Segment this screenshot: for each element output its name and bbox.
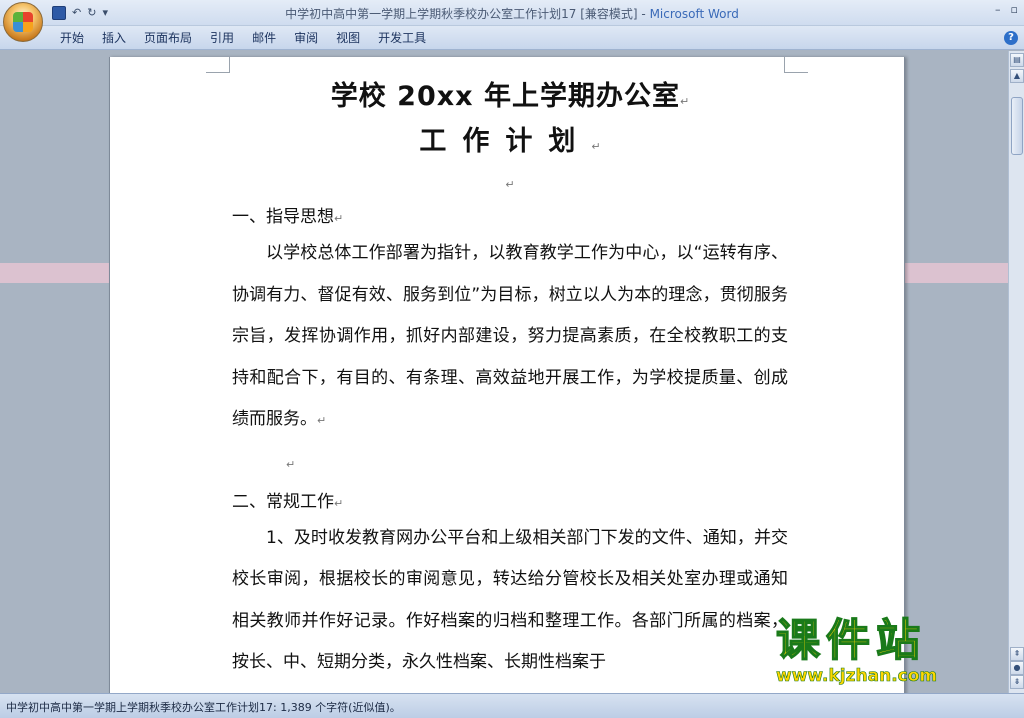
tab-page-layout[interactable]: 页面布局	[140, 30, 206, 46]
tab-view[interactable]: 视图	[332, 30, 374, 46]
status-bar: 中学初中高中第一学期上学期秋季校办公室工作计划17: 1,389 个字符(近似值…	[0, 693, 1024, 718]
doc-title-line2: 工作计划↵	[419, 126, 601, 157]
office-button[interactable]	[3, 2, 43, 42]
scroll-thumb[interactable]	[1011, 97, 1023, 155]
document-page[interactable]: 学校 20xx 年上学期办公室↵ 工作计划↵ ↵ 一、指导思想↵ 以学校总体工作…	[109, 57, 905, 693]
ribbon-tab-bar: 开始 插入 页面布局 引用 邮件 审阅 视图 开发工具 ?	[0, 26, 1024, 50]
previous-page-icon[interactable]: ⇞	[1010, 647, 1024, 661]
window-controls: – ▫	[995, 3, 1018, 16]
scroll-up-button[interactable]: ▲	[1010, 69, 1024, 83]
doc-title-line1: 学校 20xx 年上学期办公室↵	[330, 81, 690, 112]
paragraph-mark: ↵	[591, 140, 601, 153]
help-icon[interactable]: ?	[1004, 31, 1018, 45]
watermark-logo-text: 课件站	[775, 615, 926, 667]
document-body[interactable]: 学校 20xx 年上学期办公室↵ 工作计划↵ ↵ 一、指导思想↵ 以学校总体工作…	[232, 77, 788, 684]
section-heading-routine-work: 二、常规工作↵	[232, 491, 344, 512]
ribbon-tabs: 开始 插入 页面布局 引用 邮件 审阅 视图 开发工具	[56, 30, 440, 46]
empty-paragraph: ↵	[505, 178, 515, 191]
tab-home[interactable]: 开始	[56, 30, 98, 46]
paragraph-mark: ↵	[680, 95, 690, 108]
section1-paragraph: 以学校总体工作部署为指针，以教育教学工作为中心，以“运转有序、协调有力、督促有效…	[232, 243, 788, 429]
section-heading-guiding-thought: 一、指导思想↵	[232, 207, 344, 227]
crop-mark-top-right	[784, 57, 808, 73]
section2-item1-paragraph: 1、及时收发教育网办公平台和上级相关部门下发的文件、通知，并交校长审阅，根据校长…	[232, 527, 788, 673]
title-bar: ↶ ↻ ▾ 中学初中高中第一学期上学期秋季校办公室工作计划17 [兼容模式] -…	[0, 0, 1024, 42]
restore-button[interactable]: ▫	[1011, 3, 1018, 16]
document-name: 中学初中高中第一学期上学期秋季校办公室工作计划17 [兼容模式] -	[285, 7, 650, 21]
select-browse-object-icon[interactable]: ●	[1010, 661, 1024, 675]
empty-paragraph: ↵	[286, 457, 296, 471]
ruler-toggle-icon[interactable]: ▤	[1010, 53, 1024, 67]
tab-review[interactable]: 审阅	[290, 30, 332, 46]
next-page-icon[interactable]: ⇟	[1010, 675, 1024, 689]
app-name: Microsoft Word	[649, 7, 739, 21]
vertical-scrollbar[interactable]: ▤ ▲ ⇞ ● ⇟	[1008, 51, 1024, 693]
office-logo-icon	[13, 12, 33, 32]
kjzhan-watermark: 课件站 www.kjzhan.com	[775, 615, 1008, 692]
status-text: 中学初中高中第一学期上学期秋季校办公室工作计划17: 1,389 个字符(近似值…	[6, 701, 401, 714]
tab-developer[interactable]: 开发工具	[374, 30, 440, 46]
watermark-url: www.kjzhan.com	[776, 666, 938, 687]
document-workspace: 学校 20xx 年上学期办公室↵ 工作计划↵ ↵ 一、指导思想↵ 以学校总体工作…	[0, 51, 1008, 693]
tab-insert[interactable]: 插入	[98, 30, 140, 46]
window-title: 中学初中高中第一学期上学期秋季校办公室工作计划17 [兼容模式] - Micro…	[0, 5, 1024, 22]
crop-mark-top-left	[206, 57, 230, 73]
tab-mailings[interactable]: 邮件	[248, 30, 290, 46]
tab-references[interactable]: 引用	[206, 30, 248, 46]
minimize-button[interactable]: –	[995, 3, 1001, 16]
